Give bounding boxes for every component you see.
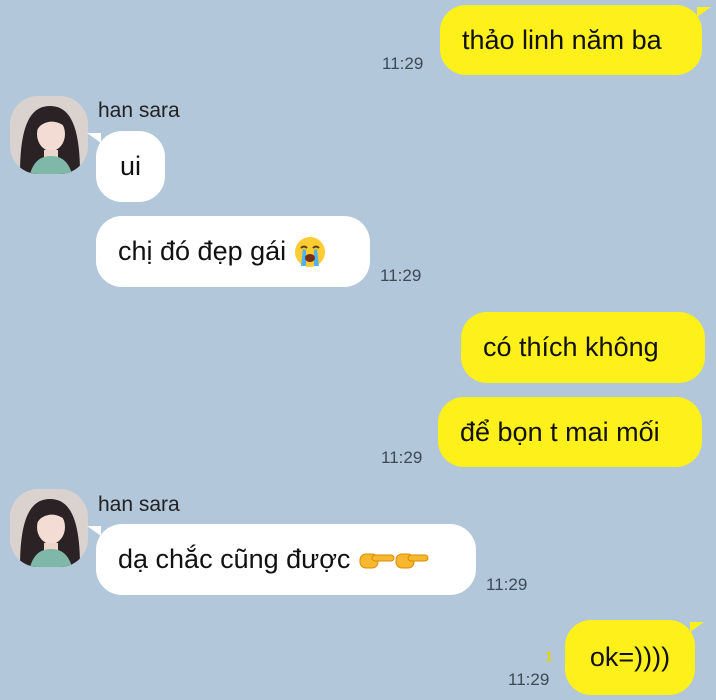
message-time: 11:29 xyxy=(508,670,550,689)
chat-screen: { "chat": { "messages": [ {"text": "thảo… xyxy=(0,0,716,700)
message-time: 11:29 xyxy=(380,266,422,285)
sender-name: han sara xyxy=(98,99,180,122)
outgoing-message-bubble[interactable]: có thích không xyxy=(461,312,705,383)
message-time: 11:29 xyxy=(382,54,424,73)
avatar[interactable] xyxy=(10,489,88,567)
message-text: ui xyxy=(119,151,141,181)
incoming-message-bubble[interactable]: ui xyxy=(87,131,165,202)
message-text: chị đó đẹp gái xyxy=(118,236,287,266)
outgoing-message-bubble[interactable]: để bọn t mai mối xyxy=(438,397,702,467)
message-text: thảo linh năm ba xyxy=(462,24,662,55)
unread-count: 1 xyxy=(545,648,553,664)
incoming-message-bubble[interactable]: chị đó đẹp gái xyxy=(96,216,370,287)
incoming-message-bubble[interactable]: dạ chắc cũng được xyxy=(87,524,476,595)
message-text: để bọn t mai mối xyxy=(460,416,660,447)
outgoing-message-bubble[interactable]: ok=)))) xyxy=(565,620,704,695)
message-text: dạ chắc cũng được xyxy=(118,544,351,574)
message-time: 11:29 xyxy=(486,575,528,594)
backhand-index-pointing-right-icon xyxy=(358,545,430,575)
message-time: 11:29 xyxy=(381,448,423,467)
loudly-crying-face-icon xyxy=(294,236,326,268)
message-text: ok=)))) xyxy=(589,642,671,672)
message-text: có thích không xyxy=(483,332,659,362)
outgoing-message-bubble[interactable]: thảo linh năm ba xyxy=(440,5,711,75)
avatar[interactable] xyxy=(10,96,88,174)
sender-name: han sara xyxy=(98,493,180,516)
